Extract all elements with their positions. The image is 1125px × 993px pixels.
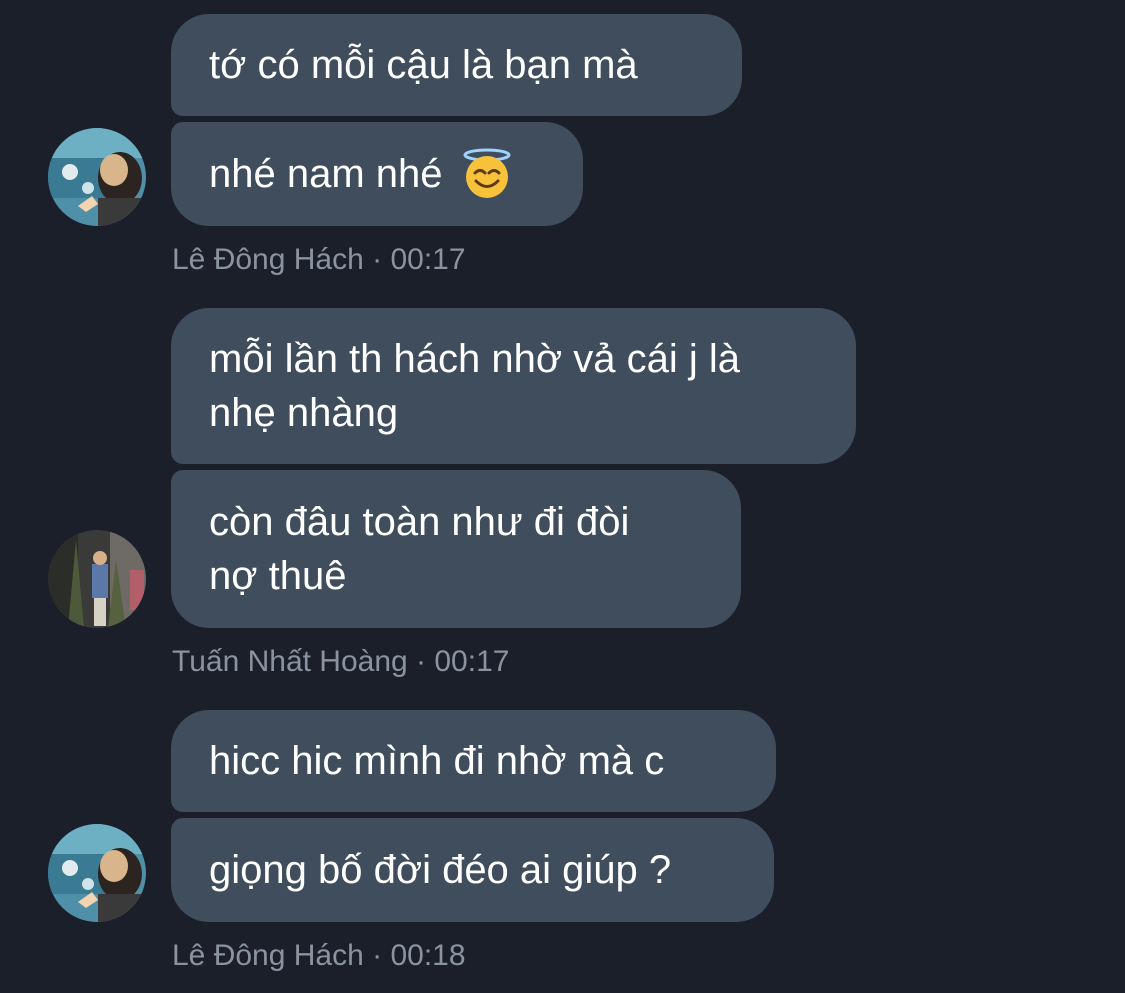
message-bubble[interactable]: tớ có mỗi cậu là bạn mà [171,14,742,116]
avatar-photo-icon [48,530,146,628]
message-bubble[interactable]: nhé nam nhé [171,122,583,226]
message-text: tớ có mỗi cậu là bạn mà [209,43,638,87]
smiling-face-with-halo-icon [463,148,511,198]
sender-time-label: Tuấn Nhất Hoàng · 00:17 [172,645,510,678]
avatar-photo-icon [48,128,146,226]
message-bubble[interactable]: mỗi lần th hách nhờ vả cái j là nhẹ nhàn… [171,308,856,464]
message-text: hicc hic mình đi nhờ mà c [209,739,665,783]
sender-time-label: Lê Đông Hách · 00:17 [172,243,466,276]
message-meta: Lê Đông Hách · 00:18 [172,938,466,974]
message-text: còn đâu toàn như đi đòi nợ thuê [209,500,630,598]
message-text: giọng bố đời đéo ai giúp ? [209,848,672,892]
avatar[interactable] [48,128,146,226]
avatar[interactable] [48,530,146,628]
sender-time-label: Lê Đông Hách · 00:18 [172,939,466,972]
message-meta: Tuấn Nhất Hoàng · 00:17 [172,644,509,680]
message-text: mỗi lần th hách nhờ vả cái j là nhẹ nhàn… [209,337,740,435]
avatar[interactable] [48,824,146,922]
message-meta: Lê Đông Hách · 00:17 [172,242,466,278]
message-text: nhé nam nhé [209,152,443,196]
avatar-photo-icon [48,824,146,922]
message-bubble[interactable]: giọng bố đời đéo ai giúp ? [171,818,774,922]
message-bubble[interactable]: hicc hic mình đi nhờ mà c [171,710,776,812]
message-bubble[interactable]: còn đâu toàn như đi đòi nợ thuê [171,470,741,628]
